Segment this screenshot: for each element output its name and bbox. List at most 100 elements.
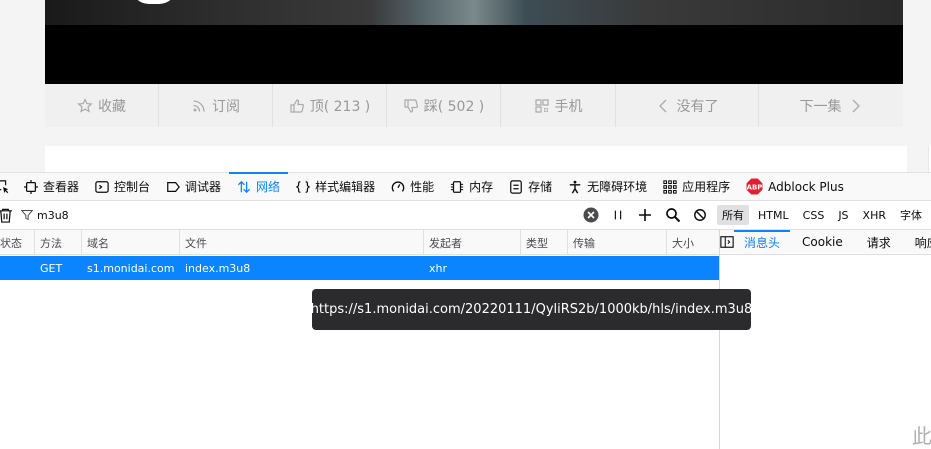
tab-response[interactable]: 响应 <box>903 230 931 255</box>
plus-icon[interactable] <box>637 207 653 223</box>
tab-debugger[interactable]: 调试器 <box>158 173 229 200</box>
column-status[interactable]: 状态 <box>0 230 35 255</box>
column-transfer[interactable]: 传输 <box>568 230 667 255</box>
network-filter-bar: m3u8 所有 HTML CSS JS XHR 字体 <box>0 201 931 230</box>
tab-inspector-label: 查看器 <box>43 180 80 194</box>
downvote-label: 踩( 502 ) <box>423 98 485 115</box>
tab-console-label: 控制台 <box>114 180 151 194</box>
thumbs-up-icon <box>290 98 304 113</box>
page-corner-text: 此 <box>912 424 931 448</box>
type-filter-fonts[interactable]: 字体 <box>895 205 927 225</box>
subscribe-button[interactable]: 订阅 <box>159 84 273 127</box>
tab-inspector[interactable]: 查看器 <box>16 173 87 200</box>
tab-performance[interactable]: 性能 <box>383 173 442 200</box>
cell-status <box>0 256 35 280</box>
qr-code-icon <box>534 98 549 113</box>
type-filter-html[interactable]: HTML <box>753 207 794 224</box>
tab-accessibility-label: 无障碍环境 <box>587 180 648 194</box>
gauge-icon <box>391 180 405 192</box>
favorite-button[interactable]: 收藏 <box>45 84 159 127</box>
debugger-icon <box>167 181 180 192</box>
star-icon <box>77 97 93 113</box>
sidebar-toggle-icon <box>720 236 734 248</box>
column-type[interactable]: 类型 <box>521 230 568 255</box>
filter-tools <box>583 207 707 223</box>
request-table-header: 状态 方法 域名 文件 发起者 类型 传输 大小 <box>0 230 719 255</box>
column-initiator[interactable]: 发起者 <box>424 230 521 255</box>
cell-size <box>667 256 719 280</box>
chevron-left-icon <box>658 99 666 112</box>
tab-cookies[interactable]: Cookie <box>790 230 855 255</box>
tab-memory[interactable]: 内存 <box>442 173 501 200</box>
type-filter-js[interactable]: JS <box>833 207 853 224</box>
upvote-button[interactable]: 顶( 213 ) <box>273 84 387 127</box>
tab-adblock-plus[interactable]: ABP Adblock Plus <box>738 173 852 200</box>
pause-icon[interactable] <box>611 207 625 223</box>
rss-icon <box>193 99 205 112</box>
tab-storage-label: 存储 <box>528 180 553 194</box>
filter-input-value: m3u8 <box>37 208 69 222</box>
tab-performance-label: 性能 <box>410 180 435 194</box>
type-filter-css[interactable]: CSS <box>798 207 830 224</box>
console-icon <box>95 180 109 193</box>
toggle-sidebar-button[interactable] <box>720 230 734 255</box>
downvote-button[interactable]: 踩( 502 ) <box>387 84 501 127</box>
favorite-label: 收藏 <box>98 98 126 115</box>
column-file[interactable]: 文件 <box>180 230 424 255</box>
column-size[interactable]: 大小 <box>667 230 719 255</box>
abp-icon: ABP <box>746 178 763 195</box>
memory-chip-icon <box>450 180 464 193</box>
mobile-label: 手机 <box>554 98 583 115</box>
filter-icon <box>21 210 33 221</box>
tab-adblock-plus-label: Adblock Plus <box>768 179 844 194</box>
filter-url-input[interactable]: m3u8 <box>21 209 583 222</box>
search-icon[interactable] <box>665 207 681 223</box>
cell-transfer <box>568 256 667 280</box>
braces-icon <box>296 180 311 193</box>
grid-icon <box>663 179 677 194</box>
cell-method: GET <box>40 261 63 275</box>
request-details-panel: 消息头 Cookie 请求 响应 <box>719 229 931 449</box>
upvote-label: 顶( 213 ) <box>309 98 371 115</box>
devtools-tabbar: 查看器 控制台 调试器 网络 样式编辑器 性能 内存 存储 无障碍环境 应用程序… <box>0 172 931 201</box>
type-filter-all[interactable]: 所有 <box>717 205 750 225</box>
tab-debugger-label: 调试器 <box>185 180 222 194</box>
tab-console[interactable]: 控制台 <box>87 173 158 200</box>
tab-storage[interactable]: 存储 <box>501 173 560 200</box>
chevron-right-icon <box>852 99 860 112</box>
details-tabbar: 消息头 Cookie 请求 响应 <box>720 229 931 255</box>
tab-request[interactable]: 请求 <box>855 230 903 255</box>
cell-domain: s1.monidai.com <box>87 261 175 275</box>
accessibility-icon <box>569 180 581 193</box>
type-filter-xhr[interactable]: XHR <box>858 207 891 224</box>
svg-text:ABP: ABP <box>747 183 763 191</box>
trash-icon[interactable] <box>0 208 13 223</box>
tab-network-label: 网络 <box>256 180 281 194</box>
request-type-filters: 所有 HTML CSS JS XHR 字体 <box>717 205 931 225</box>
subscribe-label: 订阅 <box>212 98 240 115</box>
column-domain[interactable]: 域名 <box>82 230 180 255</box>
thumbs-down-icon <box>404 98 418 113</box>
block-icon[interactable] <box>693 208 707 222</box>
element-picker-button[interactable] <box>0 173 16 200</box>
tab-style-editor[interactable]: 样式编辑器 <box>288 173 383 200</box>
web-page: 收藏 订阅 顶( 213 ) 踩( 502 ) 手机 没有了 下一集 <box>0 0 931 176</box>
tab-network[interactable]: 网络 <box>229 172 289 200</box>
next-episode-button[interactable]: 下一集 <box>759 84 903 127</box>
clear-filter-icon[interactable] <box>583 207 599 223</box>
video-frame <box>45 0 903 25</box>
mobile-button[interactable]: 手机 <box>501 84 616 127</box>
next-episode-label: 下一集 <box>799 98 842 115</box>
video-action-bar: 收藏 订阅 顶( 213 ) 踩( 502 ) 手机 没有了 下一集 <box>45 84 903 127</box>
request-row[interactable]: GET s1.monidai.com index.m3u8 xhr <box>0 256 719 280</box>
column-method[interactable]: 方法 <box>35 230 82 255</box>
previous-episode-button[interactable]: 没有了 <box>616 84 759 127</box>
tab-application[interactable]: 应用程序 <box>655 173 738 200</box>
inspector-icon <box>24 179 38 194</box>
tab-headers[interactable]: 消息头 <box>734 229 791 255</box>
tab-accessibility[interactable]: 无障碍环境 <box>560 173 655 200</box>
cell-file: index.m3u8 <box>185 261 251 275</box>
video-player[interactable] <box>45 0 903 84</box>
previous-episode-label: 没有了 <box>676 98 719 115</box>
cell-initiator: xhr <box>429 261 448 275</box>
